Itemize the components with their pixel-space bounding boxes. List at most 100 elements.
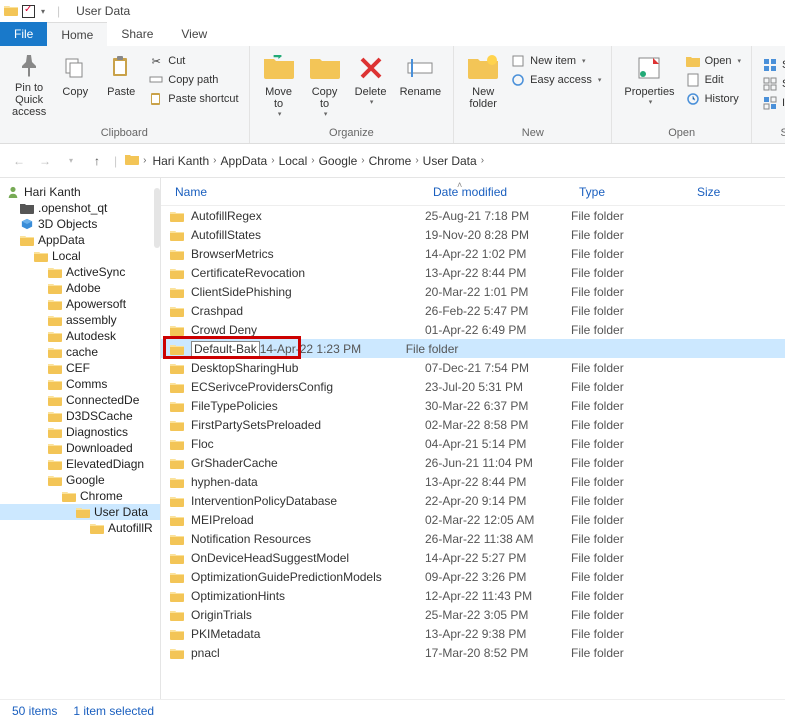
file-row[interactable]: Default-Bak14-Apr-22 1:23 PMFile folder (161, 339, 785, 358)
new-folder-button[interactable]: New folder (460, 48, 506, 120)
tree-item[interactable]: AppData (0, 232, 160, 248)
file-row[interactable]: Crashpad26-Feb-22 5:47 PMFile folder (161, 301, 785, 320)
pin-to-quick-access-button[interactable]: Pin to Quick access (6, 48, 52, 120)
chevron-right-icon[interactable]: › (359, 155, 366, 166)
file-row[interactable]: hyphen-data13-Apr-22 8:44 PMFile folder (161, 472, 785, 491)
tree-item[interactable]: Hari Kanth (0, 184, 160, 200)
tree-item[interactable]: 3D Objects (0, 216, 160, 232)
breadcrumb-segment[interactable]: AppData (219, 152, 270, 170)
tree-item[interactable]: assembly (0, 312, 160, 328)
easy-access-button[interactable]: Easy access▾ (506, 71, 605, 89)
folder-icon (48, 441, 62, 455)
chevron-right-icon[interactable]: › (141, 155, 148, 166)
select-none-button[interactable]: Select (758, 75, 785, 93)
properties-button[interactable]: Properties▾ (618, 48, 680, 120)
tab-view[interactable]: View (167, 22, 221, 46)
tree-item[interactable]: ElevatedDiagn (0, 456, 160, 472)
chevron-right-icon[interactable]: › (211, 155, 218, 166)
tree-item[interactable]: CEF (0, 360, 160, 376)
column-headers[interactable]: Name ˄ Date modified Type Size (161, 178, 785, 206)
breadcrumb-segment[interactable]: User Data (421, 152, 479, 170)
tree-item[interactable]: Autodesk (0, 328, 160, 344)
qat-dropdown-icon[interactable]: ▾ (39, 7, 47, 16)
back-button[interactable]: ← (10, 152, 28, 170)
file-row[interactable]: OriginTrials25-Mar-22 3:05 PMFile folder (161, 605, 785, 624)
file-row[interactable]: ClientSidePhishing20-Mar-22 1:01 PMFile … (161, 282, 785, 301)
cut-button[interactable]: ✂Cut (144, 52, 242, 70)
file-row[interactable]: OptimizationHints12-Apr-22 11:43 PMFile … (161, 586, 785, 605)
file-row[interactable]: FileTypePolicies30-Mar-22 6:37 PMFile fo… (161, 396, 785, 415)
move-to-button[interactable]: Move to▾ (256, 48, 302, 120)
tab-file[interactable]: File (0, 22, 47, 46)
tree-item[interactable]: Downloaded (0, 440, 160, 456)
tree-item[interactable]: Diagnostics (0, 424, 160, 440)
file-row[interactable]: Crowd Deny01-Apr-22 6:49 PMFile folder (161, 320, 785, 339)
tree-item[interactable]: Google (0, 472, 160, 488)
tree-item[interactable]: ActiveSync (0, 264, 160, 280)
select-all-button[interactable]: Select (758, 56, 785, 74)
navigation-tree[interactable]: Hari Kanth.openshot_qt3D ObjectsAppDataL… (0, 178, 161, 699)
up-button[interactable]: ↑ (88, 152, 106, 170)
file-row[interactable]: ECSerivceProvidersConfig23-Jul-20 5:31 P… (161, 377, 785, 396)
tree-item[interactable]: cache (0, 344, 160, 360)
tree-item[interactable]: Chrome (0, 488, 160, 504)
file-row[interactable]: pnacl17-Mar-20 8:52 PMFile folder (161, 643, 785, 662)
folder-icon (169, 265, 185, 281)
file-row[interactable]: FirstPartySetsPreloaded02-Mar-22 8:58 PM… (161, 415, 785, 434)
file-row[interactable]: MEIPreload02-Mar-22 12:05 AMFile folder (161, 510, 785, 529)
tree-item[interactable]: D3DSCache (0, 408, 160, 424)
file-row[interactable]: BrowserMetrics14-Apr-22 1:02 PMFile fold… (161, 244, 785, 263)
forward-button[interactable]: → (36, 152, 54, 170)
breadcrumb-segment[interactable]: Google (317, 152, 360, 170)
column-name[interactable]: Name (169, 185, 427, 199)
breadcrumb-segment[interactable]: Local (277, 152, 310, 170)
tree-item[interactable]: Comms (0, 376, 160, 392)
tab-share[interactable]: Share (107, 22, 167, 46)
copy-button[interactable]: Copy (52, 48, 98, 120)
paste-button[interactable]: Paste (98, 48, 144, 120)
open-button[interactable]: Open▾ (681, 52, 745, 70)
file-row[interactable]: Floc04-Apr-21 5:14 PMFile folder (161, 434, 785, 453)
rename-button[interactable]: Rename (394, 48, 448, 120)
delete-button[interactable]: Delete▾ (348, 48, 394, 120)
copy-to-button[interactable]: Copy to▾ (302, 48, 348, 120)
tree-item[interactable]: .openshot_qt (0, 200, 160, 216)
qat-checkbox[interactable] (22, 5, 35, 18)
breadcrumb-segment[interactable]: Hari Kanth (150, 152, 211, 170)
file-row[interactable]: OnDeviceHeadSuggestModel14-Apr-22 5:27 P… (161, 548, 785, 567)
file-row[interactable]: PKIMetadata13-Apr-22 9:38 PMFile folder (161, 624, 785, 643)
recent-locations-button[interactable]: ▾ (62, 152, 80, 170)
file-row[interactable]: AutofillStates19-Nov-20 8:28 PMFile fold… (161, 225, 785, 244)
chevron-right-icon[interactable]: › (479, 155, 486, 166)
pin-icon (13, 52, 45, 80)
column-type[interactable]: Type (573, 185, 691, 199)
tree-item[interactable]: AutofillR (0, 520, 160, 536)
breadcrumb[interactable]: › Hari Kanth›AppData›Local›Google›Chrome… (125, 152, 486, 170)
tree-item[interactable]: Adobe (0, 280, 160, 296)
file-row[interactable]: GrShaderCache26-Jun-21 11:04 PMFile fold… (161, 453, 785, 472)
edit-button[interactable]: Edit (681, 71, 745, 89)
breadcrumb-segment[interactable]: Chrome (367, 152, 414, 170)
tree-item[interactable]: ConnectedDe (0, 392, 160, 408)
file-row[interactable]: CertificateRevocation13-Apr-22 8:44 PMFi… (161, 263, 785, 282)
copy-path-button[interactable]: Copy path (144, 71, 242, 89)
history-button[interactable]: History (681, 90, 745, 108)
new-item-button[interactable]: New item▾ (506, 52, 605, 70)
file-row[interactable]: InterventionPolicyDatabase22-Apr-20 9:14… (161, 491, 785, 510)
file-row[interactable]: AutofillRegex25-Aug-21 7:18 PMFile folde… (161, 206, 785, 225)
invert-selection-button[interactable]: Invert (758, 94, 785, 112)
chevron-right-icon[interactable]: › (309, 155, 316, 166)
column-size[interactable]: Size (691, 185, 785, 199)
file-row[interactable]: OptimizationGuidePredictionModels09-Apr-… (161, 567, 785, 586)
file-list[interactable]: AutofillRegex25-Aug-21 7:18 PMFile folde… (161, 206, 785, 699)
tree-item[interactable]: Apowersoft (0, 296, 160, 312)
file-row[interactable]: DesktopSharingHub07-Dec-21 7:54 PMFile f… (161, 358, 785, 377)
column-date[interactable]: Date modified (427, 185, 573, 199)
tree-item[interactable]: User Data (0, 504, 160, 520)
tab-home[interactable]: Home (47, 22, 107, 46)
chevron-right-icon[interactable]: › (413, 155, 420, 166)
paste-shortcut-button[interactable]: Paste shortcut (144, 90, 242, 108)
tree-item[interactable]: Local (0, 248, 160, 264)
chevron-right-icon[interactable]: › (269, 155, 276, 166)
file-row[interactable]: Notification Resources26-Mar-22 11:38 AM… (161, 529, 785, 548)
